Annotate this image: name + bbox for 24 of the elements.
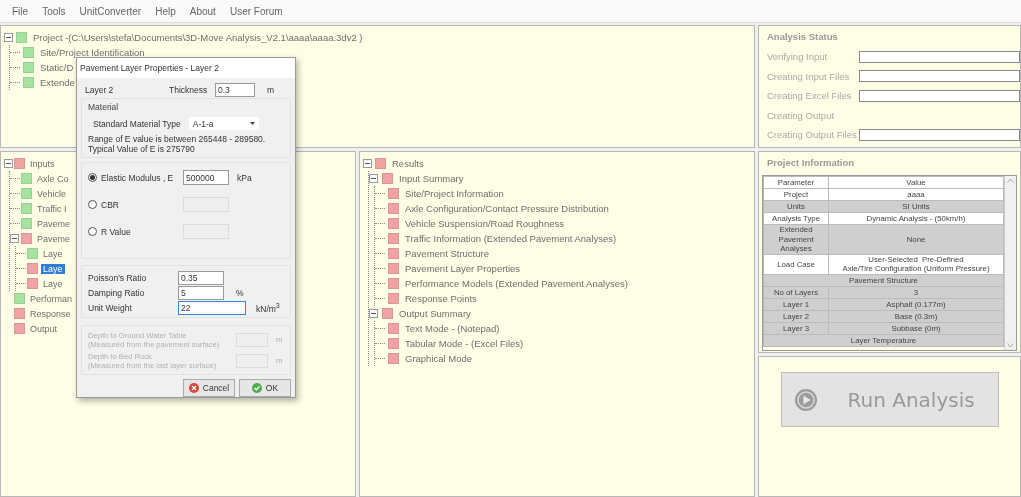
step-label: Creating Output xyxy=(767,109,836,121)
option-label: R Value xyxy=(101,226,132,237)
unit-label: kN/m$^{3}$ xyxy=(256,301,280,314)
option-label: Elastic Modulus , E xyxy=(101,172,175,183)
panel-title: Project Information xyxy=(766,156,856,170)
field-label: Thickness xyxy=(169,85,209,96)
unit-label: m xyxy=(267,85,275,96)
step-label: Creating Input Files xyxy=(767,70,851,82)
step-label: Creating Output Files xyxy=(767,129,858,141)
field-label: Damping Ratio xyxy=(88,287,146,298)
layer-label: Layer 2 xyxy=(85,85,115,96)
option-label: CBR xyxy=(101,199,120,210)
field-label: Standard Material Type xyxy=(93,118,181,129)
field-label: Unit Weight xyxy=(88,302,133,313)
step-label: Creating Excel Files xyxy=(767,90,853,102)
panel-title: Analysis Status xyxy=(766,30,839,44)
step-label: Verifying Input xyxy=(767,51,829,63)
unit-label: % xyxy=(236,287,244,298)
range-note: Typical Value of E is 275790 xyxy=(88,144,196,155)
unit-label: kPa xyxy=(237,172,252,183)
dialog-title: Pavement Layer Properties - Layer 2 xyxy=(77,58,295,78)
field-label: Poisson's Ratio xyxy=(88,272,148,283)
range-note: Range of E value is between 265448 - 289580. xyxy=(88,134,267,145)
group-legend: Material xyxy=(88,102,284,113)
